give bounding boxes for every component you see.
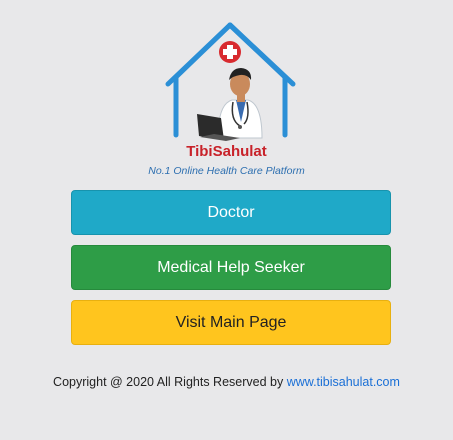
medical-cross-icon bbox=[219, 41, 241, 63]
copyright-text: Copyright @ 2020 All Rights Reserved by bbox=[53, 375, 287, 389]
visit-main-page-button[interactable]: Visit Main Page bbox=[71, 300, 391, 345]
website-link[interactable]: www.tibisahulat.com bbox=[287, 375, 400, 389]
footer: Copyright @ 2020 All Rights Reserved by … bbox=[0, 375, 453, 389]
brand-name: TibiSahulat bbox=[186, 143, 267, 160]
medical-help-seeker-button[interactable]: Medical Help Seeker bbox=[71, 245, 391, 290]
brand-tagline: No.1 Online Health Care Platform bbox=[148, 165, 305, 177]
doctor-button[interactable]: Doctor bbox=[71, 190, 391, 235]
doctor-illustration bbox=[197, 68, 263, 141]
